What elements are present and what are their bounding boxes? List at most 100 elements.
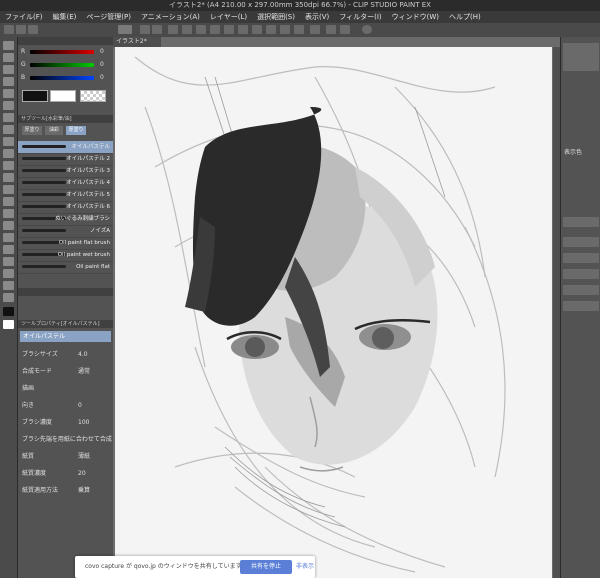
property-row[interactable]: ブラシ先端を用紙に合わせて合成: [18, 434, 113, 446]
navigator-thumbnail[interactable]: [563, 43, 599, 71]
property-row[interactable]: 描画: [18, 383, 113, 395]
print-icon[interactable]: [340, 25, 350, 34]
frame-tool-icon[interactable]: [3, 245, 14, 254]
transform-icon[interactable]: [196, 25, 206, 34]
subtool-tab-1[interactable]: 厚塗り: [22, 126, 42, 135]
hand-tool-icon[interactable]: [3, 53, 14, 62]
figure-tool-icon[interactable]: [3, 233, 14, 242]
eyedropper-tool-icon[interactable]: [3, 113, 14, 122]
property-value[interactable]: 乗算: [78, 485, 90, 497]
property-row[interactable]: 紙質適用方法 乗算: [18, 485, 113, 497]
pencil-tool-icon[interactable]: [3, 137, 14, 146]
menu-item-6[interactable]: 表示(V): [300, 11, 334, 23]
menu-item-0[interactable]: ファイル(F): [0, 11, 48, 23]
property-value[interactable]: 0: [78, 400, 82, 412]
screen-share-bar: covo capture が qovo.jp のウィンドウを共有しています。 共…: [75, 556, 315, 578]
settings-icon[interactable]: [310, 25, 320, 34]
menu-bar: ファイル(F) 編集(E) ページ管理(P) アニメーション(A) レイヤー(L) 選択範…: [0, 11, 600, 23]
balloon-tool-icon[interactable]: [3, 281, 14, 290]
gradient-tool-icon[interactable]: [3, 221, 14, 230]
transparent-color-swatch[interactable]: [80, 90, 106, 102]
brush-tool-icon[interactable]: [3, 149, 14, 158]
green-slider[interactable]: [30, 63, 94, 67]
subtool-tab-3[interactable]: 厚塗り: [66, 126, 86, 135]
operation-tool-icon[interactable]: [3, 77, 14, 86]
correction-tool-icon[interactable]: [3, 293, 14, 302]
current-color-swatch[interactable]: [22, 90, 48, 102]
property-value[interactable]: 4.0: [78, 349, 88, 361]
property-value[interactable]: 薄紙: [78, 451, 90, 463]
fill-tool-icon[interactable]: [3, 209, 14, 218]
main-color-swatch[interactable]: [3, 307, 14, 316]
grid-icon[interactable]: [326, 25, 336, 34]
property-value[interactable]: 20: [78, 468, 86, 480]
color-slider-header: [18, 37, 113, 45]
brush-name: オイルパステル 5: [66, 192, 110, 198]
brush-stroke-preview: [22, 169, 66, 172]
menu-item-8[interactable]: ウィンドウ(W): [387, 11, 444, 23]
lasso-tool-icon[interactable]: [3, 101, 14, 110]
airbrush-tool-icon[interactable]: [3, 161, 14, 170]
property-value[interactable]: 通常: [78, 366, 90, 378]
sub-color-display[interactable]: [50, 90, 76, 102]
ruler-icon[interactable]: [280, 25, 290, 34]
menu-item-3[interactable]: アニメーション(A): [136, 11, 205, 23]
clear-icon[interactable]: [168, 25, 178, 34]
text-tool-icon[interactable]: [3, 269, 14, 278]
layer-row-4[interactable]: [563, 285, 599, 295]
reference-icon[interactable]: [266, 25, 276, 34]
info-icon[interactable]: [362, 25, 372, 34]
drawing-canvas[interactable]: [115, 47, 552, 578]
menu-item-2[interactable]: ページ管理(P): [81, 11, 136, 23]
menu-item-9[interactable]: ヘルプ(H): [444, 11, 486, 23]
menu-item-4[interactable]: レイヤー(L): [205, 11, 252, 23]
property-row[interactable]: ブラシサイズ 4.0: [18, 349, 113, 361]
select-icon[interactable]: [210, 25, 220, 34]
property-row[interactable]: 向き 0: [18, 400, 113, 412]
new-icon[interactable]: [4, 25, 14, 34]
layer-row-5[interactable]: [563, 301, 599, 311]
subtool-tab-2[interactable]: 油彩: [45, 126, 63, 135]
fill-icon[interactable]: [182, 25, 192, 34]
open-icon[interactable]: [16, 25, 26, 34]
layer-row-1[interactable]: [563, 237, 599, 247]
property-row[interactable]: 紙質 薄紙: [18, 451, 113, 463]
subtool-header: サブツール[水彩筆/油]: [18, 115, 113, 123]
brush-name: オイルパステル: [71, 144, 110, 150]
deselect-icon[interactable]: [224, 25, 234, 34]
ruler-tool-icon[interactable]: [3, 257, 14, 266]
canvas-tab[interactable]: イラスト2*: [113, 37, 161, 47]
property-label: 紙質濃度: [22, 470, 47, 477]
eraser-tool-icon[interactable]: [3, 185, 14, 194]
property-label: 描画: [22, 385, 35, 392]
blend-tool-icon[interactable]: [3, 197, 14, 206]
selection-tool-icon[interactable]: [3, 89, 14, 98]
menu-item-7[interactable]: フィルター(I): [334, 11, 386, 23]
layer-row-2[interactable]: [563, 253, 599, 263]
invert-icon[interactable]: [238, 25, 248, 34]
blue-slider[interactable]: [30, 76, 94, 80]
menu-item-1[interactable]: 編集(E): [48, 11, 82, 23]
sub-color-swatch[interactable]: [3, 320, 14, 329]
layer-row-3[interactable]: [563, 269, 599, 279]
property-value[interactable]: 100: [78, 417, 89, 429]
clip-studio-icon[interactable]: [118, 25, 132, 34]
brush-item[interactable]: Oil paint flat: [18, 261, 113, 274]
zoom-tool-icon[interactable]: [3, 41, 14, 50]
snap-icon[interactable]: [294, 25, 304, 34]
redo-icon[interactable]: [152, 25, 162, 34]
undo-icon[interactable]: [140, 25, 150, 34]
pen-tool-icon[interactable]: [3, 125, 14, 134]
move-tool-icon[interactable]: [3, 65, 14, 74]
canvas-scrollbar[interactable]: [553, 47, 560, 578]
hide-button[interactable]: 非表示: [296, 560, 314, 574]
stop-sharing-button[interactable]: 共有を停止: [240, 560, 292, 574]
property-row[interactable]: 合成モード 通常: [18, 366, 113, 378]
property-row[interactable]: ブラシ濃度 100: [18, 417, 113, 429]
menu-item-5[interactable]: 選択範囲(S): [252, 11, 300, 23]
decoration-tool-icon[interactable]: [3, 173, 14, 182]
save-icon[interactable]: [28, 25, 38, 34]
property-row[interactable]: 紙質濃度 20: [18, 468, 113, 480]
red-slider[interactable]: [30, 50, 94, 54]
crop-icon[interactable]: [252, 25, 262, 34]
